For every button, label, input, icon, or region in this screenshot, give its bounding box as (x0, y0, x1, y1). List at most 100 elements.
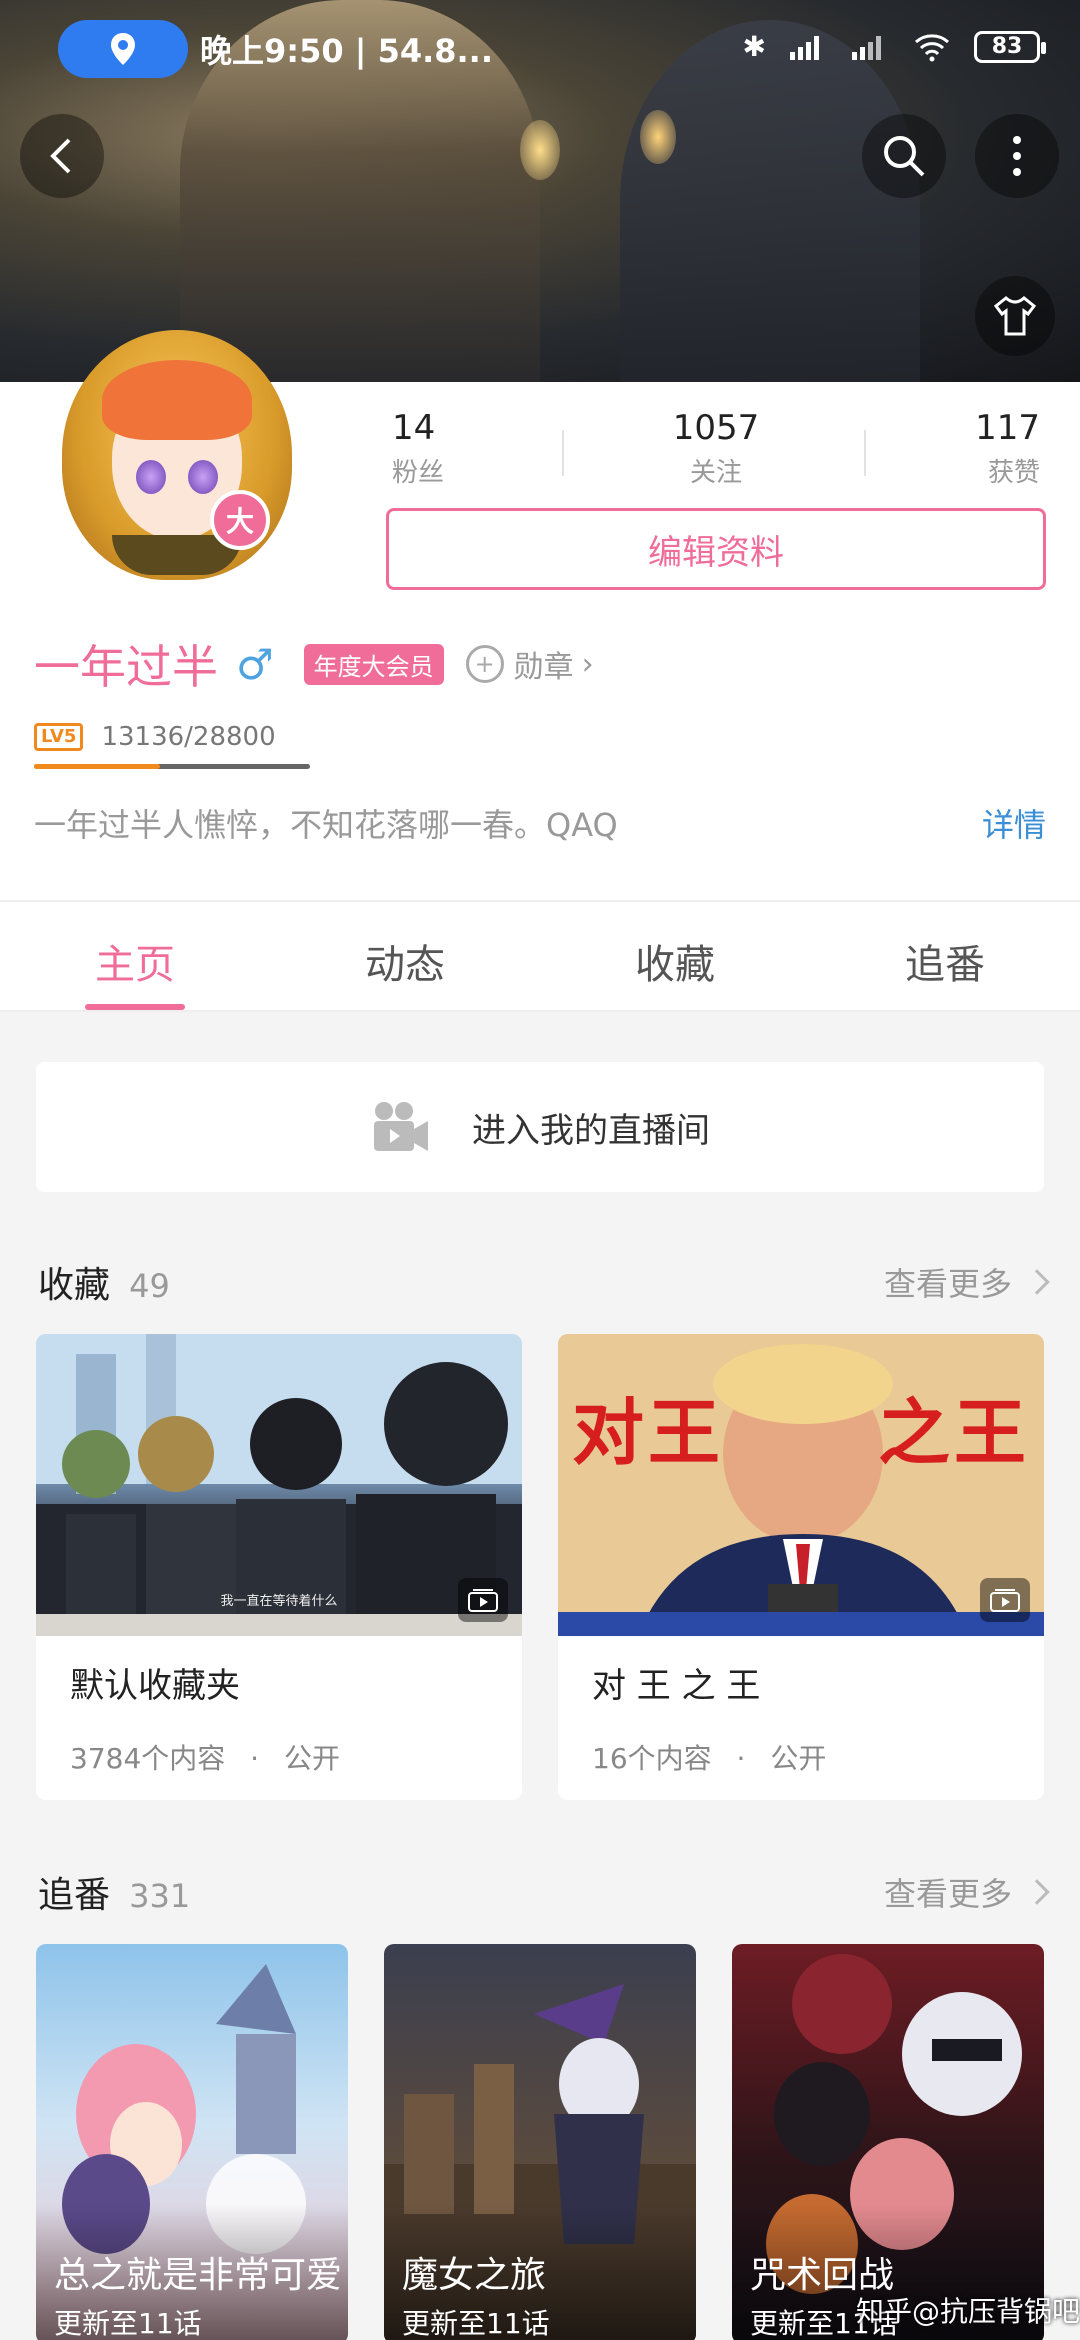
play-icon (468, 1589, 498, 1612)
avatar[interactable] (52, 310, 302, 600)
medal-icon: + (465, 645, 504, 683)
divider (562, 430, 564, 476)
section-count: 49 (129, 1267, 170, 1305)
exp-progress-bar (34, 764, 310, 769)
stat-label: 粉丝 (392, 458, 445, 488)
search-icon (884, 136, 925, 177)
stat-number: 1057 (672, 408, 760, 448)
medal-link[interactable]: + 勋章 › (465, 642, 594, 686)
bangumi-card[interactable]: 总之就是非常可爱 更新至11话 (36, 1944, 348, 2340)
more-label: 查看更多 (883, 1265, 1012, 1303)
bluetooth-icon: ✱ (742, 30, 766, 63)
wifi-icon (915, 33, 949, 61)
male-icon: ♂ (236, 639, 274, 689)
bangumi-title: 魔女之旅 (402, 2255, 547, 2296)
folder-title: 默认收藏夹 (70, 1666, 240, 1706)
edit-profile-button[interactable]: 编辑资料 (386, 508, 1046, 590)
avatar-eye (188, 460, 218, 494)
medal-label: 勋章 (513, 650, 574, 685)
folder-count: 16个内容 (592, 1742, 712, 1775)
folder-cover: 对王 之王 (558, 1334, 1044, 1636)
live-room-label: 进入我的直播间 (472, 1110, 710, 1151)
profile-page: 晚上9:50 | 54.8... ✱ 83 大 14 粉丝 1057 关注 11… (0, 0, 1080, 2340)
stat-fans[interactable]: 14 粉丝 (380, 408, 608, 488)
theme-skin-button[interactable] (975, 276, 1055, 356)
bangumi-card[interactable]: 咒术回战 更新至11话 (732, 1944, 1044, 2340)
back-button[interactable] (20, 114, 104, 198)
profile-stats: 14 粉丝 1057 关注 117 获赞 (380, 408, 1040, 488)
stat-number: 117 (975, 408, 1040, 448)
section-count: 331 (129, 1877, 191, 1915)
folder-meta: 3784个内容 · 公开 (36, 1707, 522, 1777)
folder-count: 3784个内容 (70, 1742, 226, 1775)
folder-cover: 我一直在等待着什么 (36, 1334, 522, 1636)
bangumi-header: 追番 331 查看更多 (38, 1862, 1050, 1922)
vip-badge: 大 (210, 490, 270, 550)
stat-label: 获赞 (987, 458, 1040, 488)
level-badge: LV5 (34, 723, 84, 751)
status-icons: ✱ 83 (742, 30, 1046, 63)
profile-tabs: 主页 动态 收藏 追番 (0, 900, 1080, 1012)
folder-title: 对 王 之 王 (592, 1666, 761, 1706)
chevron-left-icon (50, 138, 71, 174)
exp-progress-fill (34, 764, 160, 769)
signal-icon-2 (852, 35, 881, 60)
live-room-entry[interactable]: 进入我的直播间 (36, 1062, 1044, 1192)
bangumi-card[interactable]: 魔女之旅 更新至11话 (384, 1944, 696, 2340)
username: 一年过半 (34, 640, 218, 694)
tab-activity[interactable]: 动态 (270, 902, 540, 1010)
more-label: 查看更多 (883, 1875, 1012, 1913)
stat-following[interactable]: 1057 关注 (608, 408, 824, 488)
signature: 一年过半人憔悴，不知花落哪一春。QAQ (34, 806, 618, 844)
favorites-more-link[interactable]: 查看更多 (883, 1259, 1050, 1305)
video-camera-icon (374, 1102, 428, 1151)
candle-glow (520, 120, 560, 180)
play-icon (990, 1589, 1020, 1612)
avatar-fringe (102, 360, 252, 440)
level-row[interactable]: LV5 13136/28800 (34, 722, 276, 752)
favorites-header: 收藏 49 查看更多 (38, 1252, 1050, 1312)
section-title: 追番 (38, 1875, 111, 1916)
status-bar: 晚上9:50 | 54.8... ✱ 83 (0, 0, 1080, 100)
cover-text-left: 对王 (572, 1390, 725, 1475)
chevron-right-icon (1024, 1269, 1050, 1295)
cover-subtitle: 我一直在等待着什么 (220, 1594, 338, 1609)
battery-icon: 83 (974, 30, 1046, 63)
folder-meta: 16个内容 · 公开 (558, 1707, 1044, 1777)
stat-label: 关注 (689, 458, 742, 488)
tab-home[interactable]: 主页 (0, 902, 270, 1010)
signature-row: 一年过半人憔悴，不知花落哪一春。QAQ 详情 (34, 800, 1046, 846)
bangumi-title: 总之就是非常可爱 (54, 2255, 343, 2296)
meta-dot: · (736, 1742, 746, 1775)
location-pill[interactable] (58, 20, 188, 78)
avatar-eye (136, 460, 166, 494)
tab-bangumi[interactable]: 追番 (810, 902, 1080, 1010)
favorite-folder-card[interactable]: 我一直在等待着什么 默认收藏夹 3784个内容 · 公开 (36, 1334, 522, 1800)
section-title: 收藏 (38, 1265, 111, 1306)
bangumi-title-group: 追番 331 (38, 1866, 190, 1918)
watermark: 知乎@抗压背锅吧 (855, 2295, 1080, 2328)
video-badge (458, 1578, 508, 1622)
folder-visibility: 公开 (283, 1742, 340, 1775)
name-row: 一年过半 ♂ 年度大会员 + 勋章 › (34, 634, 594, 695)
search-button[interactable] (862, 114, 946, 198)
chevron-right-icon (1024, 1879, 1050, 1905)
bangumi-episode: 更新至11话 (402, 2307, 550, 2340)
vip-tag[interactable]: 年度大会员 (303, 643, 444, 685)
detail-link[interactable]: 详情 (982, 800, 1046, 846)
exp-text: 13136/28800 (101, 722, 276, 752)
candle-glow (640, 110, 676, 164)
bangumi-more-link[interactable]: 查看更多 (883, 1869, 1050, 1915)
favorites-title-group: 收藏 49 (38, 1256, 170, 1308)
status-time: 晚上9:50 | 54.8... (200, 32, 493, 70)
tab-favorites[interactable]: 收藏 (540, 902, 810, 1010)
signal-icon (790, 35, 819, 60)
bangumi-episode: 更新至11话 (54, 2307, 202, 2340)
stat-likes[interactable]: 117 获赞 (824, 408, 1040, 488)
more-vertical-icon (1013, 136, 1021, 176)
stat-number: 14 (392, 408, 436, 448)
favorite-folder-card[interactable]: 对王 之王 对 王 之 王 16个内容 · 公开 (558, 1334, 1044, 1800)
location-icon (111, 33, 135, 65)
more-button[interactable] (975, 114, 1059, 198)
video-badge (980, 1578, 1030, 1622)
